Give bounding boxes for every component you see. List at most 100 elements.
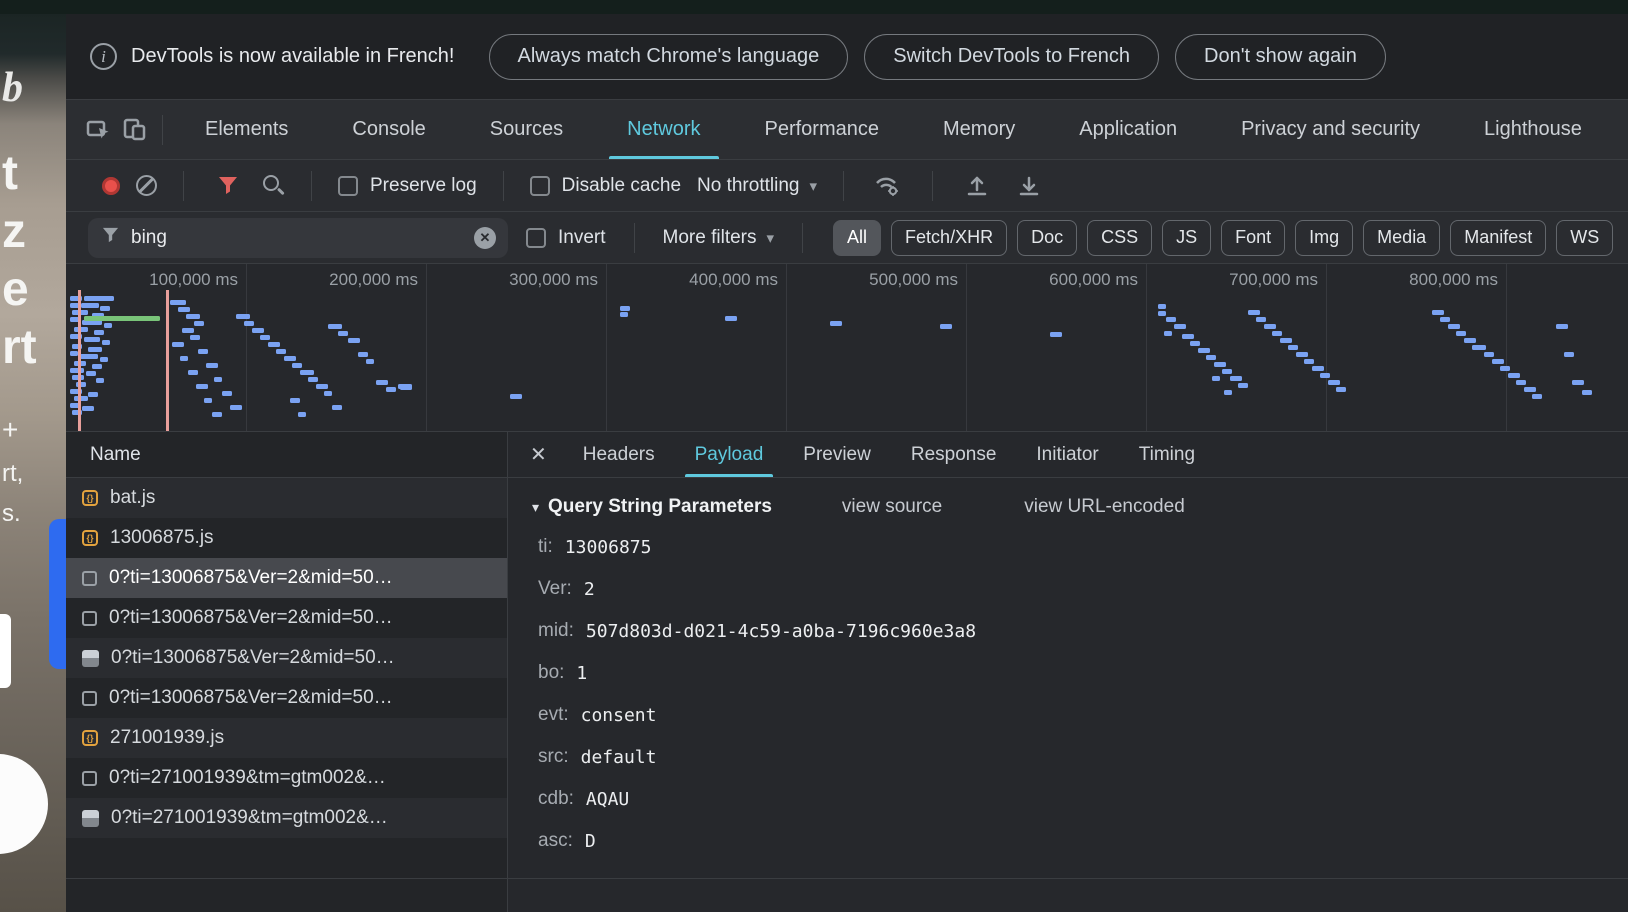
waterfall-bar <box>1248 310 1260 315</box>
page-text-fragment: z <box>2 204 26 259</box>
preserve-log-toggle[interactable]: Preserve log <box>338 175 477 197</box>
filter-input[interactable]: bing ✕ <box>88 218 508 258</box>
record-network-log-button[interactable] <box>102 177 120 195</box>
network-overview-waterfall[interactable]: 100,000 ms200,000 ms300,000 ms400,000 ms… <box>66 264 1628 432</box>
view-source-link[interactable]: view source <box>842 496 942 518</box>
request-row[interactable]: 0?ti=13006875&Ver=2&mid=50… <box>66 558 507 598</box>
request-row[interactable]: {}271001939.js <box>66 718 507 758</box>
banner-button-don-t-show-again[interactable]: Don't show again <box>1175 34 1386 80</box>
waterfall-bar <box>332 405 342 410</box>
search-icon[interactable] <box>262 174 285 197</box>
waterfall-bar <box>170 300 186 305</box>
tab-network[interactable]: Network <box>595 100 732 159</box>
param-key: cdb: <box>538 788 574 810</box>
inspect-element-icon[interactable] <box>80 112 116 148</box>
disable-cache-checkbox[interactable] <box>530 176 550 196</box>
banner-button-switch-devtools-to-french[interactable]: Switch DevTools to French <box>864 34 1159 80</box>
filter-chip-doc[interactable]: Doc <box>1017 220 1077 256</box>
tab-console[interactable]: Console <box>320 100 457 159</box>
details-tab-preview[interactable]: Preview <box>783 432 891 477</box>
request-row[interactable]: 0?ti=271001939&tm=gtm002&… <box>66 798 507 838</box>
tab-privacy-and-security[interactable]: Privacy and security <box>1209 100 1452 159</box>
waterfall-bar <box>260 335 270 340</box>
request-row[interactable]: 0?ti=13006875&Ver=2&mid=50… <box>66 638 507 678</box>
details-tab-headers[interactable]: Headers <box>563 432 675 477</box>
filter-chip-js[interactable]: JS <box>1162 220 1211 256</box>
filter-chip-css[interactable]: CSS <box>1087 220 1152 256</box>
tab-elements[interactable]: Elements <box>173 100 320 159</box>
page-text-fragment: + <box>2 414 18 446</box>
param-key: ti: <box>538 536 553 558</box>
waterfall-bar <box>1564 352 1574 357</box>
request-row[interactable]: 0?ti=271001939&tm=gtm002&… <box>66 758 507 798</box>
throttling-select[interactable]: No throttling ▾ <box>697 175 817 197</box>
details-tab-payload[interactable]: Payload <box>675 432 784 477</box>
clear-filter-icon[interactable]: ✕ <box>474 227 496 249</box>
separator <box>802 223 803 253</box>
banner-button-always-match-chrome-s-language[interactable]: Always match Chrome's language <box>489 34 849 80</box>
param-value: 2 <box>584 579 595 600</box>
request-name: 0?ti=13006875&Ver=2&mid=50… <box>109 607 393 629</box>
request-row[interactable]: 0?ti=13006875&Ver=2&mid=50… <box>66 598 507 638</box>
payload-param: bo:1 <box>532 652 1628 694</box>
banner-message: DevTools is now available in French! <box>131 45 455 68</box>
page-blue-button-edge[interactable] <box>49 519 66 669</box>
tab-sources[interactable]: Sources <box>458 100 595 159</box>
device-toolbar-icon[interactable] <box>116 112 152 148</box>
waterfall-bar <box>1572 380 1584 385</box>
img-file-icon <box>82 810 99 827</box>
filter-chip-ws[interactable]: WS <box>1556 220 1613 256</box>
waterfall-bar <box>74 327 88 332</box>
export-har-icon[interactable] <box>1011 168 1047 204</box>
view-url-encoded-link[interactable]: view URL-encoded <box>1024 496 1185 518</box>
import-har-icon[interactable] <box>959 168 995 204</box>
tab-application[interactable]: Application <box>1047 100 1209 159</box>
query-string-section-header[interactable]: ▾ Query String Parameters view source vi… <box>532 488 1628 526</box>
disclosure-triangle-icon[interactable]: ▾ <box>532 499 539 516</box>
network-conditions-icon[interactable] <box>870 168 906 204</box>
caret-down-icon: ▾ <box>767 229 775 247</box>
filter-chip-fetch-xhr[interactable]: Fetch/XHR <box>891 220 1007 256</box>
details-tab-response[interactable]: Response <box>891 432 1017 477</box>
invert-checkbox[interactable] <box>526 228 546 248</box>
requests-pane: Name {}bat.js{}13006875.js0?ti=13006875&… <box>66 432 508 912</box>
request-row[interactable]: {}13006875.js <box>66 518 507 558</box>
tab-lighthouse[interactable]: Lighthouse <box>1452 100 1614 159</box>
waterfall-bar <box>88 392 98 397</box>
filter-icon[interactable] <box>210 168 246 204</box>
filter-chip-media[interactable]: Media <box>1363 220 1440 256</box>
filter-chip-all[interactable]: All <box>833 220 881 256</box>
clear-network-log-icon[interactable] <box>136 175 157 196</box>
background-page: btzert+rt,s. <box>0 14 66 912</box>
section-title: Query String Parameters <box>548 496 772 518</box>
waterfall-bar <box>308 377 318 382</box>
separator <box>311 171 312 201</box>
tab-memory[interactable]: Memory <box>911 100 1047 159</box>
request-row[interactable]: 0?ti=13006875&Ver=2&mid=50… <box>66 678 507 718</box>
filter-chips: All Fetch/XHR Doc CSS JS Font Img Media Manifest… <box>833 220 1613 256</box>
more-filters-button[interactable]: More filters ▾ <box>663 227 775 249</box>
overview-gridline <box>1146 264 1147 431</box>
invert-toggle[interactable]: Invert <box>526 227 606 249</box>
close-details-icon[interactable]: ✕ <box>530 442 547 467</box>
payload-param: ti:13006875 <box>532 526 1628 568</box>
disable-cache-toggle[interactable]: Disable cache <box>530 175 681 197</box>
page-text-fragment: b <box>2 64 23 112</box>
waterfall-bar <box>620 312 628 317</box>
waterfall-bar <box>212 412 222 417</box>
name-column-header[interactable]: Name <box>66 432 507 478</box>
screen: btzert+rt,s. i DevTools is now available… <box>0 0 1628 912</box>
tab-performance[interactable]: Performance <box>733 100 912 159</box>
filter-chip-manifest[interactable]: Manifest <box>1450 220 1546 256</box>
waterfall-bar <box>214 377 222 382</box>
img-file-icon <box>82 650 99 667</box>
preserve-log-checkbox[interactable] <box>338 176 358 196</box>
details-pane: ✕ HeadersPayloadPreviewResponseInitiator… <box>508 432 1628 912</box>
filter-chip-font[interactable]: Font <box>1221 220 1285 256</box>
details-tab-timing[interactable]: Timing <box>1119 432 1215 477</box>
filter-chip-img[interactable]: Img <box>1295 220 1353 256</box>
request-row[interactable]: {}bat.js <box>66 478 507 518</box>
details-tab-initiator[interactable]: Initiator <box>1016 432 1118 477</box>
waterfall-bar <box>1320 373 1330 378</box>
waterfall-bar <box>1312 366 1324 371</box>
